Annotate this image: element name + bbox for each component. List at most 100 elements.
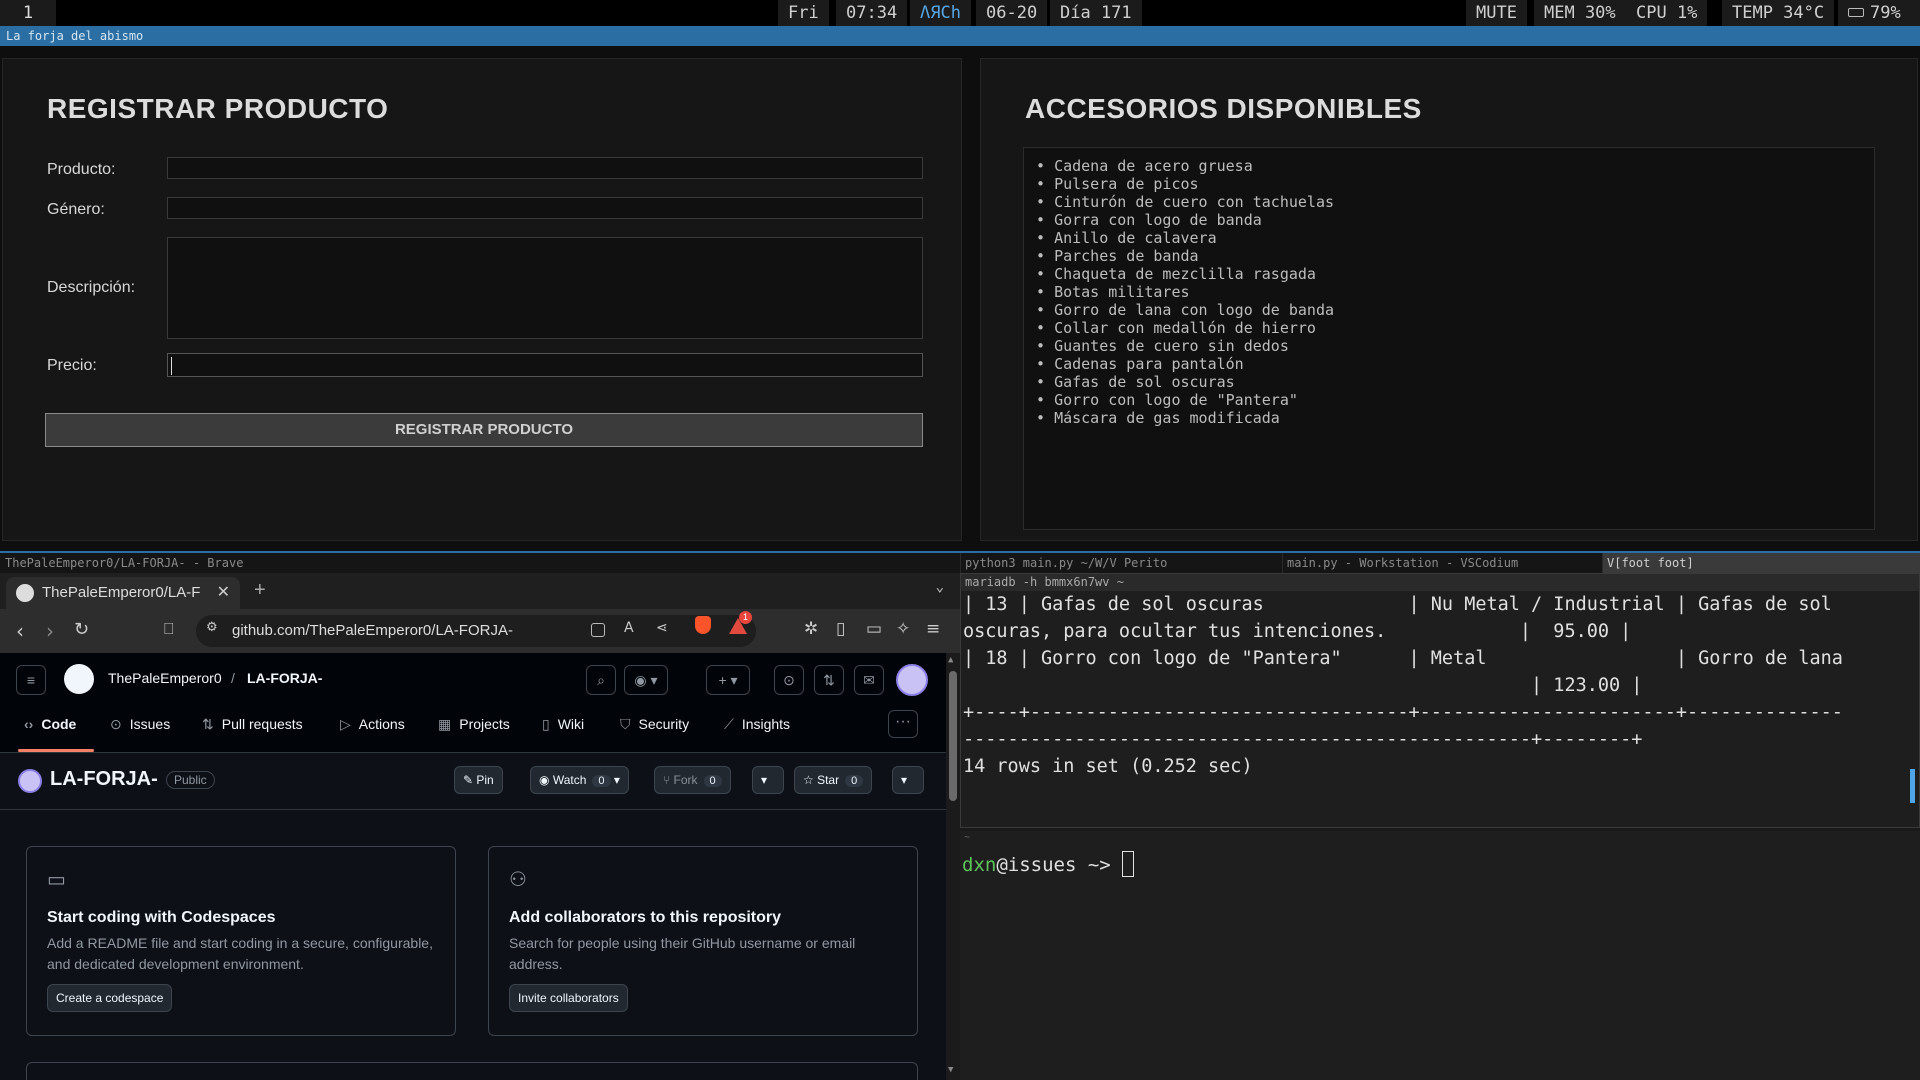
watch-count: 0	[592, 775, 611, 787]
tab-wiki[interactable]: ▯ Wiki	[542, 716, 584, 733]
share-icon[interactable]: ⋖	[656, 620, 668, 636]
accessories-panel: ACCESORIOS DISPONIBLES Cadena de acero g…	[980, 58, 1918, 541]
scroll-up-icon[interactable]: ▲	[948, 655, 953, 665]
accessory-item[interactable]: Gorro de lana con logo de banda	[1036, 301, 1862, 319]
browser-tab-github[interactable]: ThePaleEmperor0/LA-F ✕	[6, 577, 240, 609]
output-line: ----------------------------------------…	[963, 729, 1643, 750]
accessory-item[interactable]: Cadenas para pantalón	[1036, 355, 1862, 373]
window-tab[interactable]: python3 main.py ~/W/V Perito	[960, 553, 1282, 573]
terminal-output: | 13 | Gafas de sol oscuras | Nu Metal /…	[961, 591, 1919, 780]
accessory-item[interactable]: Collar con medallón de hierro	[1036, 319, 1862, 337]
mariadb-terminal[interactable]: mariadb -h bmmx6n7wv ~ | 13 | Gafas de s…	[960, 573, 1920, 828]
terminal-title: mariadb -h bmmx6n7wv ~	[961, 574, 1919, 591]
precio-input[interactable]	[167, 353, 923, 377]
watch-button[interactable]: ◉ Watch 0 ▾	[530, 766, 629, 794]
create-codespace-button[interactable]: Create a codespace	[47, 984, 173, 1012]
shell-title: ~	[964, 832, 971, 843]
accessory-item[interactable]: Guantes de cuero sin dedos	[1036, 337, 1862, 355]
pull-requests-icon[interactable]: ⇅	[814, 665, 844, 695]
bookmark-icon[interactable]: ⎕	[164, 619, 174, 639]
window-tab[interactable]: main.py - Workstation - VSCodium	[1282, 553, 1562, 573]
invite-collaborators-button[interactable]: Invite collaborators	[509, 984, 628, 1012]
tab-security[interactable]: ⛉ Security	[620, 716, 689, 733]
accessory-item[interactable]: Pulsera de picos	[1036, 175, 1862, 193]
accessory-item[interactable]: Gafas de sol oscuras	[1036, 373, 1862, 391]
repo-title[interactable]: LA-FORJA-	[50, 768, 158, 791]
create-new-icon[interactable]: + ▾	[706, 665, 750, 695]
producto-input[interactable]	[167, 157, 923, 179]
tab-actions[interactable]: ▷ Actions	[340, 716, 405, 733]
person-add-icon: ⚇	[509, 869, 527, 891]
reload-icon[interactable]: ↻	[74, 619, 89, 640]
breadcrumb-repo[interactable]: LA-FORJA-	[247, 670, 322, 686]
tab-issues[interactable]: ⊙ Issues	[110, 716, 170, 733]
window-tab-active[interactable]: V[foot foot]	[1602, 553, 1920, 573]
translate-icon[interactable]: A	[624, 620, 634, 636]
extensions-icon[interactable]: ✲	[804, 619, 818, 639]
copilot-icon[interactable]: ◉ ▾	[624, 665, 668, 695]
accessory-item[interactable]: Chaqueta de mezclilla rasgada	[1036, 265, 1862, 283]
user-avatar[interactable]	[896, 664, 928, 696]
breadcrumb-owner[interactable]: ThePaleEmperor0	[108, 670, 222, 686]
fork-button[interactable]: ⑂ Fork 0	[654, 766, 731, 794]
battery-icon	[1848, 8, 1864, 17]
accessory-item[interactable]: Botas militares	[1036, 283, 1862, 301]
scrollbar-thumb[interactable]	[949, 671, 957, 801]
cpu-status: CPU 1%	[1626, 0, 1708, 26]
search-icon[interactable]: ⌕	[586, 665, 616, 695]
scroll-down-icon[interactable]: ▼	[948, 1065, 953, 1075]
date-label: 06-20	[976, 0, 1048, 26]
star-count: 0	[845, 775, 864, 787]
accessory-item[interactable]: Cadena de acero gruesa	[1036, 157, 1862, 175]
tab-list-chevron-icon[interactable]: ⌄	[936, 579, 944, 595]
hamburger-menu-icon[interactable]: ≡	[16, 665, 46, 695]
audio-status[interactable]: MUTE	[1466, 0, 1527, 26]
accessory-item[interactable]: Parches de banda	[1036, 247, 1862, 265]
fork-dropdown-chevron-icon[interactable]: ▾	[752, 766, 784, 794]
menu-icon[interactable]: ≡	[926, 619, 940, 639]
more-options-icon[interactable]: ···	[888, 710, 918, 738]
genero-input[interactable]	[167, 197, 923, 219]
url-text[interactable]: github.com/ThePaleEmperor0/LA-FORJA-	[232, 615, 513, 647]
tab-pull-requests[interactable]: ⇅ Pull requests	[202, 716, 303, 733]
issues-icon[interactable]: ⊙	[774, 665, 804, 695]
tab-actions-label: Actions	[358, 716, 405, 732]
star-dropdown-chevron-icon[interactable]: ▾	[892, 766, 924, 794]
rewards-badge: 1	[739, 611, 752, 624]
accessories-list[interactable]: Cadena de acero gruesa Pulsera de picos …	[1023, 147, 1875, 530]
brave-shields-icon[interactable]	[695, 616, 711, 634]
accessory-item[interactable]: Anillo de calavera	[1036, 229, 1862, 247]
descripcion-textarea[interactable]	[167, 237, 923, 339]
pin-button[interactable]: ✎ Pin	[454, 766, 503, 794]
accessory-item[interactable]: Gorro con logo de "Pantera"	[1036, 391, 1862, 409]
forward-icon[interactable]: ›	[46, 619, 54, 643]
repo-owner-avatar[interactable]	[18, 769, 42, 793]
back-icon[interactable]: ‹	[16, 619, 24, 643]
github-logo-icon[interactable]	[64, 664, 94, 694]
wiki-icon: ▯	[542, 716, 550, 732]
cast-icon[interactable]	[591, 623, 605, 637]
wallet-icon[interactable]: ▭	[866, 619, 882, 639]
sidebar-icon[interactable]: ▯	[836, 619, 845, 639]
browser-tab-strip: ThePaleEmperor0/LA-F ✕ + ⌄	[0, 573, 960, 609]
tab-code[interactable]: ‹› Code	[24, 716, 76, 732]
tab-insights[interactable]: ⟋ Insights	[724, 716, 790, 733]
inbox-icon[interactable]: ✉	[854, 665, 884, 695]
site-info-icon[interactable]: ⚙	[206, 620, 218, 635]
shell-terminal[interactable]: ~ dxn@issues ~>	[960, 831, 1920, 1080]
terminal-scroll-indicator	[1910, 769, 1915, 803]
page-scrollbar[interactable]: ▲ ▼	[946, 653, 960, 1080]
new-tab-icon[interactable]: +	[254, 579, 266, 602]
leo-ai-icon[interactable]: ✧	[896, 619, 910, 639]
close-tab-icon[interactable]: ✕	[217, 577, 230, 609]
workspace-indicator[interactable]: 1	[0, 0, 56, 26]
register-product-button[interactable]: REGISTRAR PRODUCTO	[45, 413, 923, 447]
accessory-item[interactable]: Máscara de gas modificada	[1036, 409, 1862, 427]
accessory-item[interactable]: Cinturón de cuero con tachuelas	[1036, 193, 1862, 211]
accessory-item[interactable]: Gorra con logo de banda	[1036, 211, 1862, 229]
terminal-cursor	[1122, 851, 1135, 877]
tab-projects[interactable]: ▦ Projects	[438, 716, 510, 733]
shell-prompt[interactable]: dxn@issues ~>	[962, 851, 1135, 877]
star-button[interactable]: ☆ Star 0	[794, 766, 873, 794]
address-bar[interactable]: ⚙ github.com/ThePaleEmperor0/LA-FORJA- A…	[196, 615, 756, 647]
